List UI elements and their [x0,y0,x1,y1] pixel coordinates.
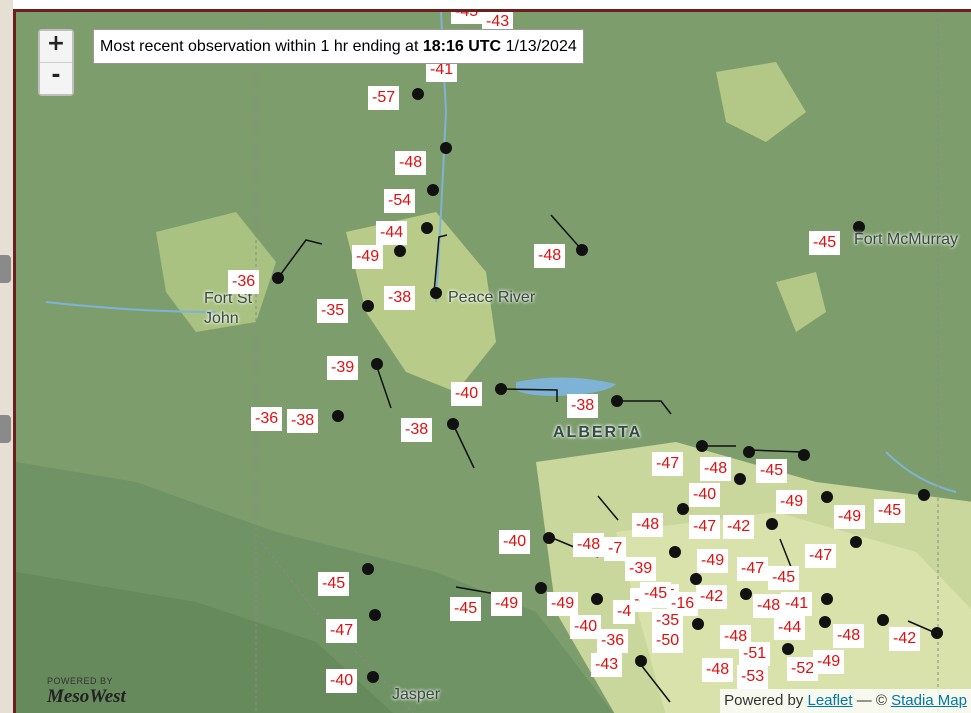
temp-label[interactable]: -40 [451,382,483,406]
temp-label[interactable]: -49 [697,549,729,573]
temp-label[interactable]: -47 [689,515,721,539]
temp-label[interactable]: -45 [874,499,906,523]
temp-label[interactable]: -47 [326,619,358,643]
temp-label[interactable]: -48 [700,457,732,481]
temp-label[interactable]: -44 [376,221,408,245]
attribution-bar: Powered by Leaflet — © Stadia Map [720,689,971,713]
observation-info-box: Most recent observation within 1 hr endi… [93,29,584,64]
temp-label[interactable]: -39 [327,356,359,380]
temp-label[interactable]: -36 [228,270,260,294]
temp-label[interactable]: -42 [696,585,728,609]
temp-label[interactable]: -45 [756,459,788,483]
temp-label[interactable]: -48 [534,244,566,268]
temp-label[interactable]: -42 [889,627,921,651]
panel-tab[interactable] [0,415,11,443]
temp-label[interactable]: -38 [287,409,319,433]
temp-label[interactable]: -38 [401,418,433,442]
brand-name: MesoWest [47,686,126,707]
place-label-alberta: ALBERTA [553,424,643,441]
obs-date: 1/13/2024 [505,38,577,55]
temp-label[interactable]: -57 [368,86,400,110]
mesowest-logo: POWERED BY MesoWest [47,676,126,708]
temp-label[interactable]: -54 [384,189,416,213]
temp-label[interactable]: -49 [813,650,845,674]
temp-label[interactable]: -39 [625,557,657,581]
temp-label[interactable]: -47 [805,544,837,568]
temp-label[interactable]: -53 [737,665,769,689]
temp-label[interactable]: -49 [776,490,808,514]
temp-label[interactable]: -36 [597,629,629,653]
temp-label[interactable]: -38 [567,394,599,418]
temp-label[interactable]: -45 [640,582,672,606]
temp-label[interactable]: -49 [834,505,866,529]
temp-label[interactable]: -45 [318,572,350,596]
temp-label[interactable]: -48 [632,513,664,537]
temp-label[interactable]: -35 [317,299,349,323]
temp-label[interactable]: -44 [774,616,806,640]
obs-prefix: Most recent observation within 1 hr endi… [100,38,419,55]
temp-label[interactable]: -51 [739,642,771,666]
place-label-jasper: Jasper [392,686,441,703]
temp-label[interactable]: -48 [702,658,734,682]
panel-tab[interactable] [0,255,11,283]
temp-label[interactable]: -41 [781,592,813,616]
temp-label[interactable]: -4 [613,600,636,624]
temp-label[interactable]: -40 [499,530,531,554]
weather-map[interactable]: Fort McMurray Peace River Fort St John A… [13,9,971,713]
zoom-out-button[interactable]: - [40,63,72,94]
leaflet-link[interactable]: Leaflet [807,692,852,709]
temp-label[interactable]: -45 [768,566,800,590]
temp-label[interactable]: -7 [604,537,627,561]
temp-label[interactable]: -38 [384,286,416,310]
place-label-peace-river: Peace River [448,289,536,306]
temp-label[interactable]: -36 [251,407,283,431]
temp-label[interactable]: -49 [352,245,384,269]
temp-label[interactable]: -48 [753,594,785,618]
temp-label[interactable]: -47 [652,452,684,476]
temp-label[interactable]: -49 [491,592,523,616]
zoom-control: + - [38,29,74,96]
page-left-edge [0,0,13,713]
stadia-link[interactable]: Stadia Map [891,692,967,709]
zoom-in-button[interactable]: + [40,31,72,63]
temp-label[interactable]: -45 [450,597,482,621]
temp-label[interactable]: -48 [833,624,865,648]
place-label-fort-mcmurray: Fort McMurray [854,231,958,248]
temp-label[interactable]: -40 [326,669,358,693]
temp-label[interactable]: -48 [573,533,605,557]
temp-label[interactable]: -45 [451,12,483,24]
temp-label[interactable]: -45 [809,231,841,255]
attribution-prefix: Powered by [724,692,804,709]
temp-label[interactable]: -43 [591,653,623,677]
place-label-fort-st-john: Fort St John [204,290,253,327]
temp-label[interactable]: -50 [652,629,684,653]
temp-label[interactable]: -42 [723,515,755,539]
temp-label[interactable]: -49 [547,592,579,616]
temp-label[interactable]: -48 [395,151,427,175]
temp-label[interactable]: -47 [737,557,769,581]
obs-time: 18:16 UTC [422,38,502,55]
brand-powered-by: POWERED BY [47,676,114,686]
temp-label[interactable]: -40 [689,483,721,507]
attribution-sep: — © [856,692,887,709]
